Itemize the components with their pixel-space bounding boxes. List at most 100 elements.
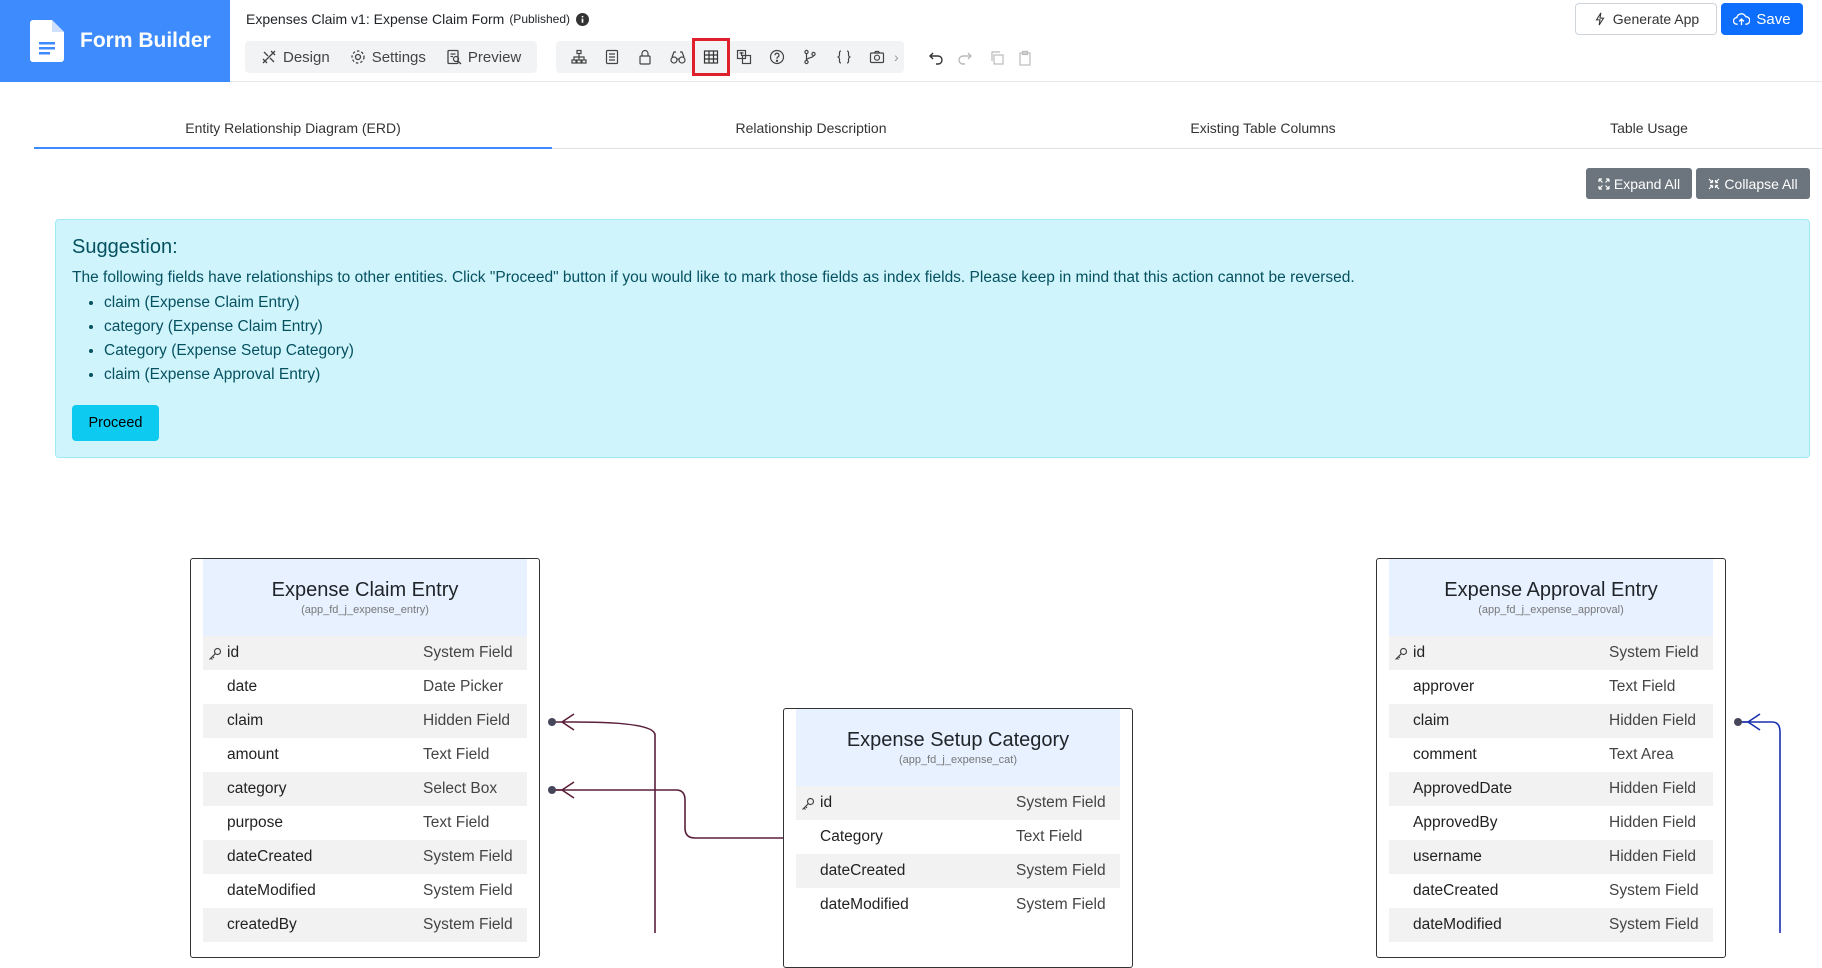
permission-tool[interactable] bbox=[633, 45, 657, 69]
tab-existing-table-columns[interactable]: Existing Table Columns bbox=[1070, 113, 1456, 149]
tab-erd[interactable]: Entity Relationship Diagram (ERD) bbox=[34, 113, 552, 149]
brand[interactable]: Form Builder bbox=[0, 0, 230, 82]
connector-claim-crowfoot bbox=[552, 713, 575, 731]
entity-field-row: dateModified System Field bbox=[796, 888, 1120, 922]
tab-table-usage[interactable]: Table Usage bbox=[1456, 113, 1822, 149]
code-tool[interactable] bbox=[832, 45, 856, 69]
collapse-icon bbox=[1708, 178, 1720, 189]
copy-button[interactable] bbox=[987, 49, 1007, 67]
collapse-all-button[interactable]: Collapse All bbox=[1696, 168, 1810, 199]
entity-field-row: id System Field bbox=[1389, 636, 1713, 670]
save-button[interactable]: Save bbox=[1721, 3, 1803, 35]
entity-field-row: dateCreated System Field bbox=[796, 854, 1120, 888]
entity-expense-setup-category[interactable]: Expense Setup Category (app_fd_j_expense… bbox=[783, 708, 1133, 968]
undo-button[interactable] bbox=[926, 49, 946, 67]
collapse-all-label: Collapse All bbox=[1724, 175, 1798, 192]
field-type: System Field bbox=[1016, 794, 1106, 811]
screenshot-tool[interactable] bbox=[865, 45, 889, 69]
field-name: approver bbox=[1413, 678, 1475, 695]
field-type: System Field bbox=[1016, 896, 1106, 913]
field-type: System Field bbox=[1609, 644, 1699, 661]
tab-relationship-description[interactable]: Relationship Description bbox=[552, 113, 1070, 149]
field-type: Hidden Field bbox=[1609, 848, 1697, 865]
paste-icon bbox=[1019, 50, 1031, 66]
settings-label: Settings bbox=[371, 48, 426, 66]
expand-icon bbox=[1598, 177, 1610, 190]
entity-header: Expense Claim Entry (app_fd_j_expense_en… bbox=[203, 559, 527, 636]
field-name: purpose bbox=[227, 814, 284, 831]
branch-tool[interactable] bbox=[798, 45, 822, 69]
entity-table-name: (app_fd_j_expense_cat) bbox=[898, 754, 1018, 766]
field-name: username bbox=[1413, 848, 1482, 865]
form-summary-tool[interactable] bbox=[600, 45, 624, 69]
entity-field-row: id System Field bbox=[796, 786, 1120, 820]
connector-approval-line bbox=[1738, 721, 1781, 933]
entity-field-row: amount Text Field bbox=[203, 738, 527, 772]
mode-group: Design Settings Preview bbox=[245, 41, 538, 73]
proceed-button[interactable]: Proceed bbox=[72, 405, 159, 441]
field-name: id bbox=[1413, 644, 1426, 661]
entity-field-row: claim Hidden Field bbox=[203, 704, 527, 738]
chevron-right-icon[interactable]: › bbox=[894, 49, 899, 65]
field-name: claim bbox=[1413, 712, 1450, 729]
field-type: System Field bbox=[423, 644, 513, 661]
suggestion-list: claim (Expense Claim Entry) category (Ex… bbox=[104, 291, 1793, 387]
table-icon bbox=[703, 50, 719, 64]
translate-tool[interactable] bbox=[732, 45, 756, 69]
field-name: dateCreated bbox=[1413, 882, 1499, 899]
gear-icon bbox=[351, 50, 365, 64]
binoculars-icon bbox=[670, 51, 686, 64]
entity-name: Expense Claim Entry bbox=[271, 579, 459, 601]
entity-name: Expense Setup Category bbox=[846, 729, 1070, 751]
redo-button[interactable] bbox=[955, 49, 975, 67]
form-status: (Published) bbox=[509, 12, 571, 26]
key-icon bbox=[802, 797, 815, 810]
design-button[interactable]: Design bbox=[251, 41, 340, 73]
expand-all-button[interactable]: Expand All bbox=[1586, 168, 1692, 199]
entity-table-name: (app_fd_j_expense_approval) bbox=[1478, 604, 1624, 616]
field-name: ApprovedDate bbox=[1413, 780, 1513, 797]
entity-field-row: createdBy System Field bbox=[203, 908, 527, 942]
field-name: comment bbox=[1413, 746, 1477, 763]
suggestion-item: claim (Expense Claim Entry) bbox=[104, 291, 1793, 315]
translate-icon bbox=[736, 49, 752, 65]
paste-button[interactable] bbox=[1015, 49, 1035, 67]
undo-icon bbox=[929, 52, 943, 65]
info-icon[interactable] bbox=[576, 12, 590, 26]
field-type: System Field bbox=[423, 882, 513, 899]
form-title-text: Expenses Claim v1: Expense Claim Form bbox=[246, 11, 505, 27]
connector-category-line bbox=[552, 789, 794, 839]
field-type: Hidden Field bbox=[423, 712, 511, 729]
form-summary-icon bbox=[605, 49, 619, 65]
entity-expense-claim-entry[interactable]: Expense Claim Entry (app_fd_j_expense_en… bbox=[190, 558, 540, 958]
binoculars-tool[interactable] bbox=[666, 45, 690, 69]
field-type: Hidden Field bbox=[1609, 814, 1697, 831]
field-type: Date Picker bbox=[423, 678, 504, 695]
field-name: id bbox=[227, 644, 240, 661]
sitemap-tool[interactable] bbox=[567, 45, 591, 69]
key-icon bbox=[1395, 647, 1408, 660]
help-icon bbox=[769, 49, 785, 65]
connector-category-crowfoot bbox=[552, 781, 575, 799]
entity-field-row: dateCreated System Field bbox=[203, 840, 527, 874]
connector-dot bbox=[548, 718, 556, 726]
suggestion-heading: Suggestion: bbox=[72, 236, 178, 258]
camera-icon bbox=[869, 50, 885, 64]
field-type: System Field bbox=[423, 848, 513, 865]
field-name: createdBy bbox=[227, 916, 297, 933]
help-tool[interactable] bbox=[765, 45, 789, 69]
preview-icon bbox=[447, 49, 462, 65]
erd-table-tool[interactable] bbox=[692, 38, 730, 76]
connector-approval-crowfoot bbox=[1738, 713, 1761, 731]
toolbar: › bbox=[556, 38, 904, 76]
bolt-icon bbox=[1595, 12, 1605, 26]
settings-button[interactable]: Settings bbox=[340, 41, 436, 73]
entity-expense-approval-entry[interactable]: Expense Approval Entry (app_fd_j_expense… bbox=[1376, 558, 1726, 958]
entity-field-row: dateModified System Field bbox=[203, 874, 527, 908]
preview-button[interactable]: Preview bbox=[436, 41, 531, 73]
generate-app-button[interactable]: Generate App bbox=[1575, 3, 1717, 35]
field-type: System Field bbox=[1016, 862, 1106, 879]
field-name: id bbox=[820, 794, 833, 811]
field-name: dateCreated bbox=[820, 862, 906, 879]
code-braces-icon bbox=[837, 50, 851, 64]
